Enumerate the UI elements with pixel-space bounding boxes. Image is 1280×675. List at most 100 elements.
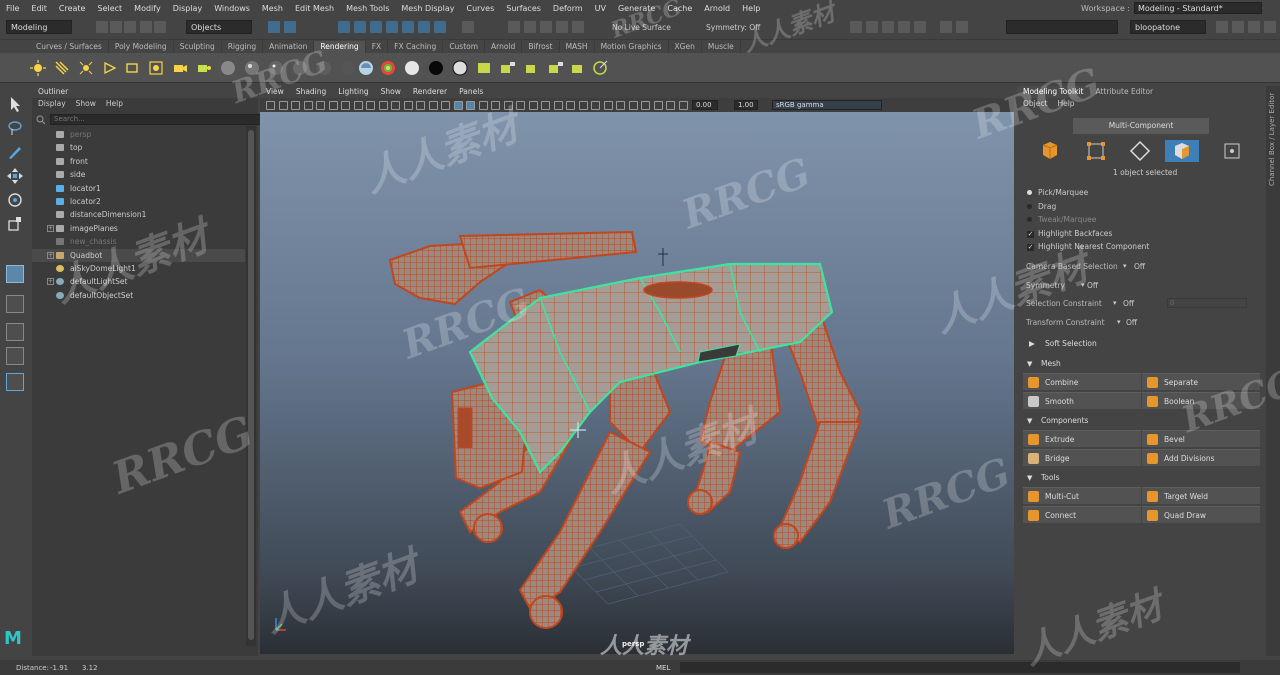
viewport-tool-icon[interactable] <box>353 101 363 110</box>
lock-selection-icon[interactable] <box>462 21 474 33</box>
viewport-tool-icon[interactable] <box>641 101 650 110</box>
command-input[interactable] <box>1006 20 1118 34</box>
viewport-menu-item[interactable]: View <box>266 86 284 98</box>
snap-view-plane-icon[interactable] <box>556 21 568 33</box>
viewport-tool-icon[interactable] <box>316 101 325 110</box>
viewport-tool-icon[interactable] <box>441 101 450 110</box>
viewport-tool-icon[interactable] <box>503 101 513 110</box>
outliner-item[interactable]: aiSkyDomeLight1 <box>32 262 245 275</box>
select-by-joint-icon[interactable] <box>354 21 366 33</box>
viewport-tool-icon[interactable] <box>478 101 488 110</box>
shelf-tab[interactable]: Custom <box>443 41 486 53</box>
open-scene-icon[interactable] <box>110 21 122 33</box>
volume-light-icon[interactable] <box>148 60 164 76</box>
pick-option-radio[interactable]: Drag <box>1027 202 1056 212</box>
toolkit-tool-button[interactable]: Boolean <box>1142 392 1260 409</box>
shader-ball-phong-icon[interactable] <box>268 60 284 76</box>
symmetry-label[interactable]: Symmetry: Off <box>706 23 760 32</box>
pick-option-radio[interactable]: Pick/Marquee <box>1027 188 1088 198</box>
snap-grid-icon[interactable] <box>508 21 520 33</box>
gamma-field[interactable]: 1.00 <box>734 100 758 110</box>
toolkit-tool-button[interactable]: Multi-Cut <box>1023 487 1141 504</box>
menu-item[interactable]: Display <box>167 4 209 13</box>
menu-set-dropdown[interactable]: Modeling <box>6 20 72 34</box>
menu-item[interactable]: Create <box>53 4 92 13</box>
selection-mode-dropdown[interactable]: Objects <box>186 20 252 34</box>
outliner-item[interactable]: + defaultLightSet <box>32 275 245 288</box>
highlight-checkbox[interactable]: ✓ Highlight Nearest Component <box>1027 242 1149 252</box>
toolkit-tool-button[interactable]: Add Divisions <box>1142 449 1260 466</box>
outliner-layout-icon[interactable] <box>6 373 24 391</box>
shelf-tab[interactable]: MASH <box>560 41 595 53</box>
render-frame-icon[interactable] <box>850 21 862 33</box>
user-account-button[interactable]: bloopatone <box>1130 20 1206 34</box>
outliner-item[interactable]: new_chassis <box>32 235 245 248</box>
viewport-menu-item[interactable]: Panels <box>459 86 483 98</box>
scale-tool-icon[interactable] <box>6 215 24 233</box>
expand-toggle-icon[interactable]: + <box>47 278 54 286</box>
menu-item[interactable]: UV <box>589 4 612 13</box>
rotate-tool-icon[interactable] <box>6 191 24 209</box>
shader-ball-outline-icon[interactable] <box>452 60 468 76</box>
outliner-scrollbar[interactable] <box>246 126 256 646</box>
workspace-selector[interactable]: Workspace : Modeling - Standard* <box>1081 2 1262 14</box>
lasso-tool-icon[interactable] <box>6 119 24 137</box>
shelf-tab[interactable]: Poly Modeling <box>109 41 174 53</box>
shelf-tab[interactable]: FX <box>366 41 389 53</box>
menu-item[interactable]: Arnold <box>698 4 736 13</box>
arnold-render-icon[interactable] <box>940 21 952 33</box>
select-by-curve-icon[interactable] <box>370 21 382 33</box>
viewport-tool-icon[interactable] <box>653 101 663 110</box>
toolkit-tool-button[interactable]: Connect <box>1023 506 1141 523</box>
soft-selection-header[interactable]: ▶ Soft Selection <box>1021 338 1261 350</box>
spot-light-icon[interactable] <box>102 60 118 76</box>
outliner-item[interactable]: locator1 <box>32 182 245 195</box>
menu-item[interactable]: Cache <box>661 4 698 13</box>
viewport-tool-icon[interactable] <box>628 101 638 110</box>
shelf-tab[interactable]: FX Caching <box>388 41 444 53</box>
select-by-render-icon[interactable] <box>434 21 446 33</box>
shelf-tab[interactable]: Bifrost <box>522 41 560 53</box>
snap-point-icon[interactable] <box>540 21 552 33</box>
viewport-tool-icon[interactable] <box>553 101 563 110</box>
vertex-mode-icon[interactable] <box>1079 140 1113 162</box>
toolkit-section-header[interactable]: ▼ Mesh <box>1021 358 1261 370</box>
toolkit-tool-button[interactable]: Bevel <box>1142 430 1260 447</box>
outliner-item[interactable]: defaultObjectSet <box>32 289 245 302</box>
viewport-tool-icon[interactable] <box>366 101 375 110</box>
viewport-tool-icon[interactable] <box>453 101 463 110</box>
select-by-surface-icon[interactable] <box>386 21 398 33</box>
menu-item[interactable]: Mesh Display <box>395 4 460 13</box>
redo-icon[interactable] <box>154 21 166 33</box>
pick-option-radio[interactable]: Tweak/Marquee <box>1027 215 1096 225</box>
viewport-tool-icon[interactable] <box>378 101 388 110</box>
viewport-tool-icon[interactable] <box>341 101 350 110</box>
pause-render-icon[interactable] <box>956 21 968 33</box>
dropdown-arrow-icon[interactable]: ▾ <box>1123 262 1127 270</box>
outliner-item[interactable]: distanceDimension1 <box>32 208 245 221</box>
viewport-tool-icon[interactable] <box>291 101 300 110</box>
camera-create-icon[interactable] <box>172 60 188 76</box>
four-pane-layout-icon[interactable] <box>6 323 24 341</box>
viewport-tool-icon[interactable] <box>491 101 500 110</box>
menu-item[interactable]: Modify <box>128 4 167 13</box>
shelf-tab[interactable]: Curves / Surfaces <box>30 41 109 53</box>
viewport-tool-icon[interactable] <box>591 101 600 110</box>
viewport-tool-icon[interactable] <box>391 101 400 110</box>
single-pane-layout-icon[interactable] <box>6 295 24 313</box>
outliner-search-input[interactable]: Search... <box>50 114 284 125</box>
exposure-field[interactable]: 0.00 <box>692 100 718 110</box>
attribute-toggle-icon[interactable] <box>1232 21 1244 33</box>
toolkit-tool-button[interactable]: Quad Draw <box>1142 506 1260 523</box>
shelf-tab[interactable]: Muscle <box>702 41 741 53</box>
shelf-tab[interactable]: Animation <box>263 41 315 53</box>
shader-ball-white-icon[interactable] <box>404 60 420 76</box>
toolkit-toggle-icon[interactable] <box>1248 21 1260 33</box>
ipr-icon[interactable] <box>524 60 540 76</box>
playblast-icon[interactable] <box>570 60 586 76</box>
menu-item[interactable]: Generate <box>612 4 661 13</box>
viewport-tool-icon[interactable] <box>403 101 413 110</box>
viewport-tool-icon[interactable] <box>541 101 550 110</box>
uv-mode-icon[interactable] <box>1215 140 1249 162</box>
snap-curve-icon[interactable] <box>524 21 536 33</box>
